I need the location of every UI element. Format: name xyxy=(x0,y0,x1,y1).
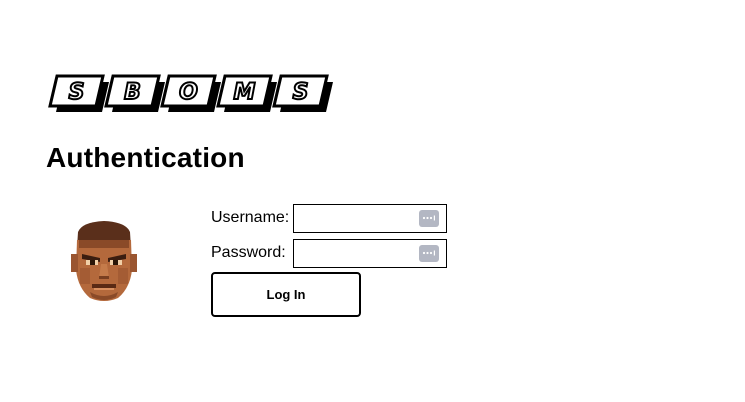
logo-letter: M xyxy=(234,80,256,105)
password-manager-key-icon[interactable] xyxy=(419,209,439,227)
password-manager-key-icon[interactable] xyxy=(419,244,439,262)
logo-letter-tile: B xyxy=(104,74,165,112)
logo-letter: O xyxy=(179,80,198,105)
logo-letter: S xyxy=(293,80,309,105)
logo-letter-tile: M xyxy=(216,74,277,112)
logo-letter: S xyxy=(69,80,85,105)
logo-letter: B xyxy=(124,80,141,105)
sboms-logo: SBOMS xyxy=(48,74,333,112)
username-label: Username: xyxy=(211,209,290,226)
password-label: Password: xyxy=(211,244,286,261)
username-row: Username: xyxy=(211,202,447,234)
password-input[interactable] xyxy=(294,239,418,265)
page-title: Authentication xyxy=(46,142,245,173)
logo-letter-tile: O xyxy=(160,74,221,112)
username-field-box[interactable] xyxy=(293,203,447,233)
logo-letter-tile: S xyxy=(48,74,109,112)
password-field-box[interactable] xyxy=(293,238,447,268)
doomguy-face-icon xyxy=(71,221,137,301)
login-button[interactable]: Log In xyxy=(211,272,361,317)
password-row: Password: xyxy=(211,237,447,269)
username-input[interactable] xyxy=(294,204,418,230)
logo-letter-tile: S xyxy=(272,74,333,112)
